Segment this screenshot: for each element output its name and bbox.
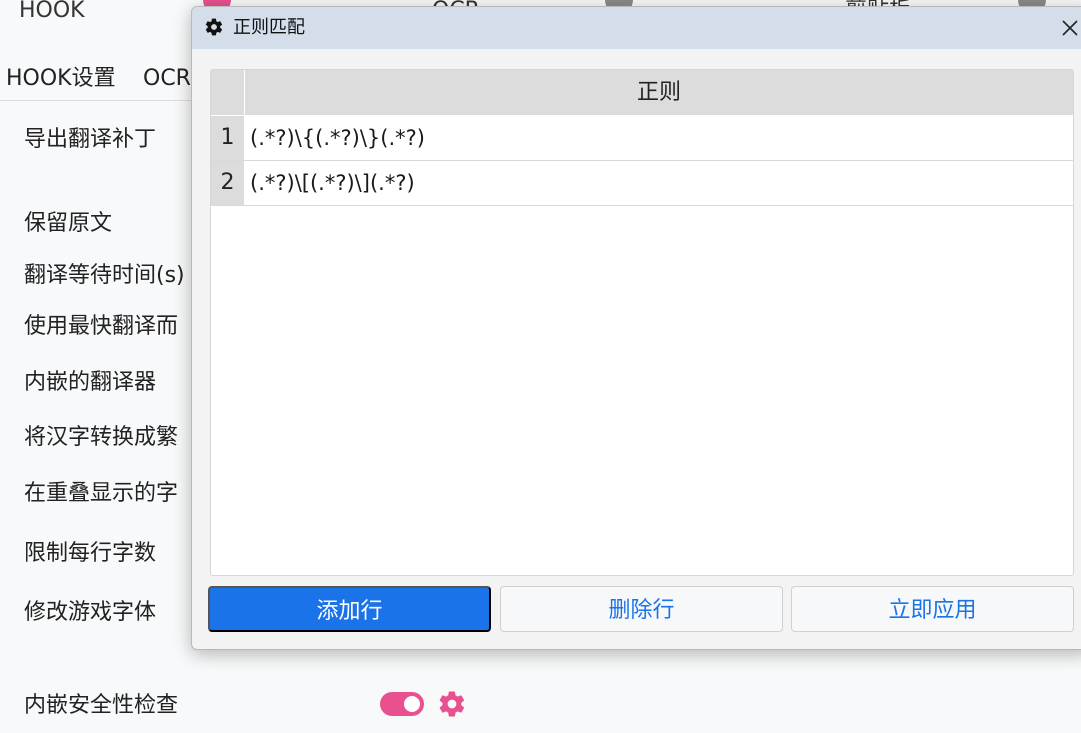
row-index[interactable]: 1 (211, 116, 244, 160)
column-header-regex[interactable]: 正则 (245, 70, 1073, 115)
dialog-titlebar[interactable]: 正则匹配 (192, 7, 1081, 49)
setting-security-check: 内嵌安全性检查 (24, 693, 179, 718)
setting-overlap-display: 在重叠显示的字 (24, 481, 179, 506)
regex-table: 正则 1 (.*?)\{(.*?)\}(.*?) 2 (.*?)\[(.*?)\… (210, 69, 1074, 576)
close-icon[interactable] (1056, 14, 1081, 42)
tab-hook[interactable]: HOOK (19, 0, 85, 28)
table-row[interactable]: 1 (.*?)\{(.*?)\}(.*?) (211, 116, 1073, 161)
regex-cell[interactable]: (.*?)\{(.*?)\}(.*?) (250, 116, 1060, 160)
regex-dialog: 正则匹配 正则 1 (.*?)\{(.*?)\}(.*?) 2 (.*?)\[(… (191, 6, 1081, 650)
security-check-toggle[interactable] (380, 692, 424, 716)
gear-icon[interactable] (437, 689, 467, 719)
setting-keep-original: 保留原文 (24, 211, 113, 236)
setting-game-font: 修改游戏字体 (24, 600, 157, 625)
setting-traditional-chinese: 将汉字转换成繁 (24, 425, 179, 450)
setting-wait-time: 翻译等待时间(s) (24, 263, 185, 288)
subtab-ocr[interactable]: OCR (143, 62, 191, 96)
add-row-button[interactable]: 添加行 (208, 586, 491, 632)
setting-line-limit: 限制每行字数 (24, 541, 157, 566)
setting-export-patch: 导出翻译补丁 (24, 127, 157, 152)
subtab-hook-settings[interactable]: HOOK设置 (6, 62, 116, 96)
row-index[interactable]: 2 (211, 161, 244, 205)
setting-fastest-translator: 使用最快翻译而 (24, 314, 179, 339)
regex-cell[interactable]: (.*?)\[(.*?)\](.*?) (250, 161, 1060, 205)
gear-icon (205, 18, 223, 36)
table-row[interactable]: 2 (.*?)\[(.*?)\](.*?) (211, 161, 1073, 206)
table-corner[interactable] (211, 70, 245, 115)
dialog-title: 正则匹配 (233, 17, 305, 38)
delete-row-button[interactable]: 删除行 (500, 586, 783, 632)
setting-embedded-translator: 内嵌的翻译器 (24, 370, 157, 395)
settings-subtabs: HOOK设置 OCR (0, 60, 200, 101)
apply-now-button[interactable]: 立即应用 (791, 586, 1074, 632)
